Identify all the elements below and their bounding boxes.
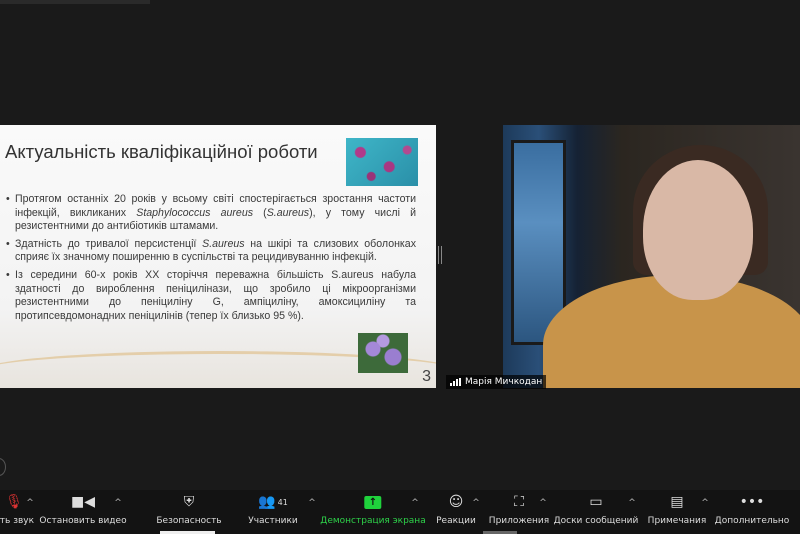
audio-options-caret[interactable]: ^ [26,498,34,508]
participants-options-caret[interactable]: ^ [308,498,316,508]
mute-label: ить звук [0,516,35,526]
video-label: Остановить видео [39,516,127,526]
meeting-toolbar: 🎙ить звук ^ ■◀Остановить видео ^ ⛨ Безопа… [0,490,800,534]
shield-icon: ⛨ [183,494,195,510]
share-label: Демонстрация экрана [320,516,426,526]
bacteria-image-2 [358,333,408,373]
participants-count: 41 [277,497,288,507]
video-options-caret[interactable]: ^ [114,498,122,508]
shared-slide: Актуальність кваліфікаційної роботи • Пр… [0,125,436,388]
whiteboards-options-caret[interactable]: ^ [628,498,636,508]
bullet-italic: Staphylococcus aureus [136,206,254,219]
reactions-button[interactable]: ☺ Реакции [436,490,476,534]
participant-name-tag: Марія Мичкодан [446,375,547,389]
signal-icon [450,378,461,386]
participants-button[interactable]: 👥 41 Участники [248,490,298,534]
reactions-options-caret[interactable]: ^ [472,498,480,508]
bullet-text: Здатність до тривалої персистенції [15,237,203,250]
slide-bullets: • Протягом останніх 20 років у всьому св… [6,193,416,327]
bullet-italic: S.aureus [202,237,245,250]
notes-button[interactable]: ▤ Примечания [648,490,707,534]
whiteboards-button[interactable]: ▭ Доски сообщений [554,490,639,534]
bacteria-image [346,138,418,186]
slide-title: Актуальність кваліфікаційної роботи [5,141,318,162]
slide-number: 3 [422,368,431,385]
notes-options-caret[interactable]: ^ [701,498,709,508]
top-bar [0,0,150,4]
bullet-text: ( [253,206,267,219]
apps-label: Приложения [488,516,550,526]
more-label: Дополнительно [714,516,790,526]
bullet-italic: S.aureus [266,206,310,219]
video-person-face [643,160,753,300]
more-button[interactable]: ••• Дополнительно [715,490,790,534]
slide-bullet: • Протягом останніх 20 років у всьому св… [6,193,416,233]
participants-label: Участники [248,516,298,526]
participants-icon: 👥 [258,494,276,510]
smiley-icon: ☺ [448,494,464,510]
participant-name: Марія Мичкодан [465,377,543,387]
share-arrow-icon: ↑ [364,495,382,509]
stop-video-button[interactable]: ■◀ Остановить видео [39,490,126,534]
slide-bullet: • Здатність до тривалої персистенції S.a… [6,237,416,264]
reactions-label: Реакции [436,516,476,526]
mute-button[interactable]: 🎙ить звук [0,490,34,534]
apps-options-caret[interactable]: ^ [539,498,547,508]
notes-icon: ▤ [670,494,684,510]
more-dots-icon: ••• [739,494,765,510]
security-button[interactable]: ⛨ Безопасность [156,490,221,534]
slide-bullet: • Із середини 60-х років XX сторіччя пере… [6,268,416,322]
whiteboards-label: Доски сообщений [553,516,639,526]
whiteboard-icon: ▭ [589,494,603,510]
security-label: Безопасность [156,516,222,526]
share-screen-button[interactable]: ↑ Демонстрация экрана [320,490,426,534]
bullet-text: Із середини 60-х років XX сторіччя перев… [15,268,416,322]
notes-label: Примечания [647,516,707,526]
participant-video [503,125,800,388]
side-control[interactable] [0,458,6,476]
resize-handle[interactable] [438,246,442,264]
share-options-caret[interactable]: ^ [411,498,419,508]
apps-button[interactable]: ⛶ Приложения [489,490,549,534]
